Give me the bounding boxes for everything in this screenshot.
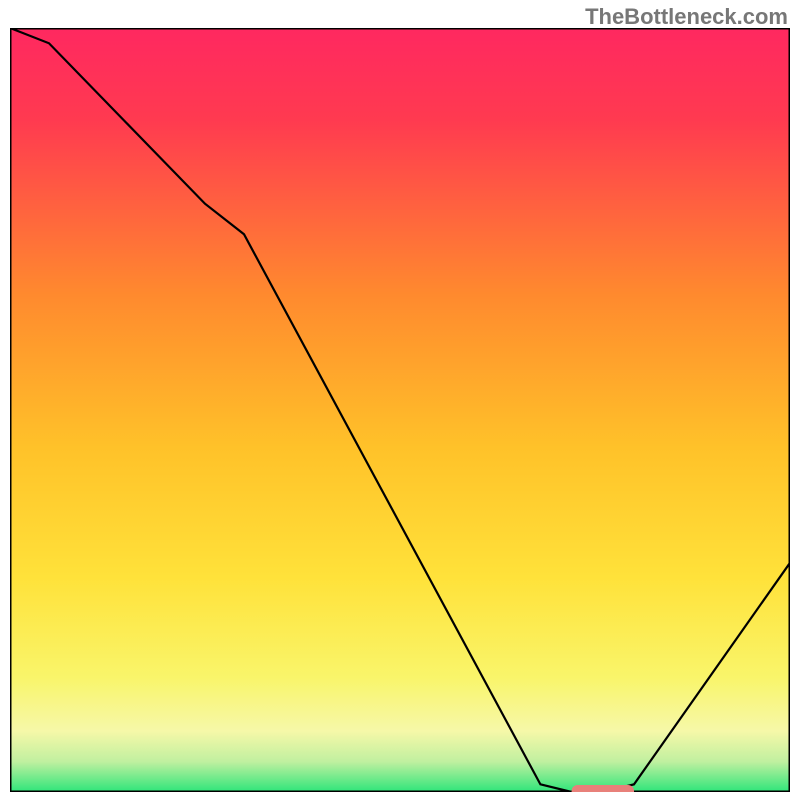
bottleneck-chart bbox=[10, 28, 790, 792]
chart-svg bbox=[10, 28, 790, 792]
plot-background bbox=[10, 28, 790, 792]
watermark-text: TheBottleneck.com bbox=[585, 4, 788, 30]
optimal-marker bbox=[572, 785, 634, 792]
